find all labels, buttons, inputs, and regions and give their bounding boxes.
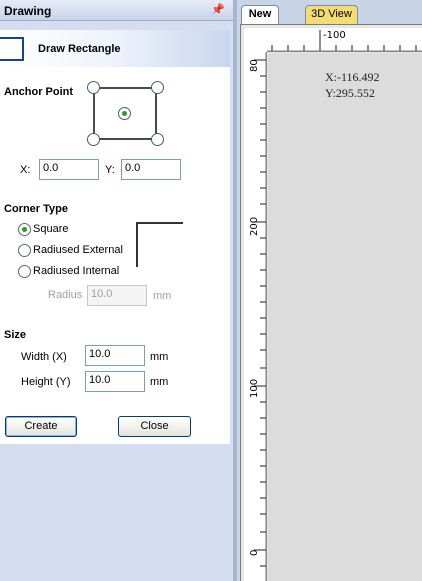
ruler-left-label: 0 [249, 549, 260, 556]
anchor-x-label: X: [20, 164, 31, 176]
width-unit: mm [150, 351, 169, 363]
corner-type-heading: Corner Type [4, 203, 68, 215]
tab-3d-view[interactable]: 3D View [305, 5, 358, 24]
height-unit: mm [150, 376, 169, 388]
tool-label: Draw Rectangle [38, 43, 121, 55]
anchor-top-left[interactable] [87, 81, 100, 94]
view-tabs: New 3D View [237, 0, 422, 24]
ruler-top: -100 [267, 28, 422, 52]
ruler-corner [244, 28, 267, 52]
cursor-x-readout: X:-116.492 [325, 70, 380, 84]
ruler-top-label: -100 [323, 30, 346, 41]
create-button[interactable]: Create [5, 416, 77, 437]
size-heading: Size [4, 329, 27, 341]
radius-unit: mm [153, 290, 172, 302]
height-input[interactable]: 10.0 [85, 371, 145, 392]
panel-splitter[interactable] [233, 0, 237, 581]
panel-body: Draw Rectangle Anchor Point X: 0.0 Y: 0.… [0, 30, 230, 444]
rectangle-icon [0, 37, 24, 61]
width-label: Width (X) [21, 351, 67, 363]
radius-label: Radius [48, 289, 83, 301]
ruler-left: 80 200 100 0 [244, 52, 267, 581]
anchor-top-right[interactable] [151, 81, 164, 94]
anchor-y-input[interactable]: 0.0 [121, 159, 181, 180]
anchor-bottom-left[interactable] [87, 133, 100, 146]
pin-icon[interactable]: 📌 [211, 3, 225, 16]
tool-header: Draw Rectangle [0, 30, 230, 67]
drawing-panel: Drawing 📌 Draw Rectangle Anchor Point X:… [0, 0, 233, 581]
panel-title: Drawing [4, 4, 52, 18]
radio-button[interactable] [18, 223, 31, 236]
radio-button[interactable] [18, 244, 31, 257]
radio-label: Radiused External [33, 244, 123, 256]
radius-input[interactable]: 10.0 [87, 285, 147, 306]
radio-button[interactable] [18, 265, 31, 278]
ruler-left-label: 80 [249, 59, 260, 72]
radio-label: Radiused Internal [33, 265, 120, 277]
ruler-left-label: 200 [249, 216, 260, 236]
radio-label: Square [33, 223, 69, 235]
anchor-bottom-right[interactable] [151, 133, 164, 146]
close-button[interactable]: Close [118, 416, 191, 437]
width-input[interactable]: 10.0 [85, 345, 145, 366]
tab-new[interactable]: New [241, 5, 279, 24]
anchor-point-heading: Anchor Point [4, 86, 74, 98]
anchor-center[interactable] [118, 107, 131, 120]
cursor-y-readout: Y:295.552 [325, 86, 375, 100]
height-label: Height (Y) [21, 376, 71, 388]
ruler-left-label: 100 [249, 378, 260, 398]
panel-title-bar: Drawing 📌 [0, 0, 233, 21]
drawing-canvas[interactable]: X:-116.492 Y:295.552 [268, 53, 422, 581]
anchor-x-input[interactable]: 0.0 [39, 159, 99, 180]
ruler-left-ticks [254, 52, 267, 581]
anchor-y-label: Y: [105, 164, 115, 176]
corner-preview [136, 222, 183, 267]
